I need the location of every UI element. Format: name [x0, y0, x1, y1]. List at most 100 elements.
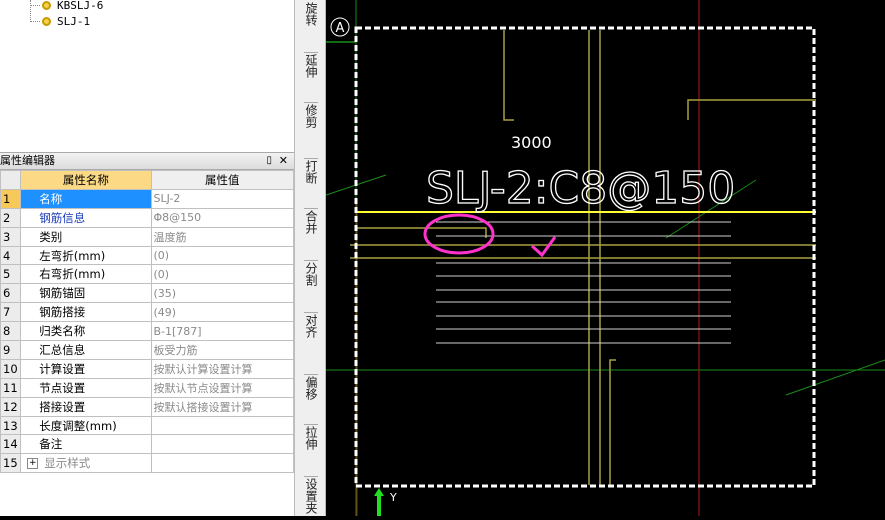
axis-label: A	[336, 21, 345, 36]
property-name[interactable]: 钢筋锚固	[20, 283, 152, 304]
property-name[interactable]: 左弯折(mm)	[20, 245, 152, 266]
rebar-line	[503, 30, 514, 121]
tool-label: 延伸	[304, 54, 318, 78]
property-value[interactable]: 按默认计算设置计算	[150, 358, 294, 379]
tool-label: 设置夹	[304, 478, 318, 514]
row-number: 14	[0, 434, 22, 455]
table-row[interactable]: 11 节点设置 按默认节点设置计算	[0, 377, 294, 398]
property-value[interactable]: (0)	[150, 245, 294, 266]
vertical-toolbar: 旋转 延伸 修剪 打断 合并 分割 对齐 偏移 拉伸 设置夹	[294, 0, 326, 516]
property-value[interactable]: (35)	[150, 283, 294, 304]
rotate-button[interactable]: 旋转	[295, 2, 327, 30]
trim-button[interactable]: 修剪	[295, 92, 327, 132]
property-name[interactable]: 长度调整(mm)	[20, 415, 152, 436]
property-name[interactable]: 类别	[20, 226, 152, 247]
column-header-value[interactable]: 属性值	[150, 170, 294, 190]
tool-label: 合并	[304, 210, 318, 234]
close-icon[interactable]: ✕	[279, 153, 288, 169]
split-button[interactable]: 分割	[295, 250, 327, 290]
row-number: 15	[0, 453, 22, 474]
property-value[interactable]	[150, 415, 294, 436]
table-row[interactable]: 8 归类名称 B-1[787]	[0, 321, 294, 342]
property-name: 显示样式	[44, 456, 91, 471]
property-value[interactable]: 按默认搭接设置计算	[150, 396, 294, 417]
property-value[interactable]: B-1[787]	[150, 321, 294, 342]
property-name[interactable]: 备注	[20, 434, 152, 455]
table-row[interactable]: 13 长度调整(mm)	[0, 415, 294, 436]
property-value[interactable]: 板受力筋	[150, 340, 294, 360]
table-row[interactable]: 3 类别 温度筋	[0, 226, 294, 247]
tool-label: 旋转	[304, 2, 318, 26]
row-number: 9	[0, 340, 22, 360]
rebar-group	[436, 221, 731, 344]
property-value[interactable]: (49)	[150, 302, 294, 323]
property-name[interactable]: 右弯折(mm)	[20, 264, 152, 285]
property-value[interactable]	[150, 453, 294, 474]
property-value[interactable]	[150, 434, 294, 455]
pin-icon[interactable]: ▯	[266, 153, 272, 169]
rebar-line	[687, 99, 816, 120]
table-row[interactable]: 5 右弯折(mm) (0)	[0, 264, 294, 285]
table-row[interactable]: 7 钢筋搭接 (49)	[0, 302, 294, 323]
annotation-checkmark	[530, 236, 557, 258]
property-name[interactable]: 计算设置	[20, 358, 152, 379]
row-number: 10	[0, 358, 22, 379]
row-number: 11	[0, 377, 22, 398]
property-value[interactable]: Φ8@150	[150, 207, 294, 228]
offset-icon	[304, 364, 318, 375]
tree-connector	[30, 21, 40, 22]
table-row[interactable]: 10 计算设置 按默认计算设置计算	[0, 358, 294, 379]
property-name[interactable]: 节点设置	[20, 377, 152, 398]
property-value[interactable]: 温度筋	[150, 226, 294, 247]
row-number: 13	[0, 415, 22, 436]
tree-item-slj-1[interactable]: SLJ-1	[42, 13, 90, 29]
tool-label: 对齐	[304, 314, 318, 338]
property-name[interactable]: 钢筋搭接	[20, 302, 152, 323]
table-row[interactable]: 14 备注	[0, 434, 294, 455]
column-header-name[interactable]: 属性名称	[20, 170, 152, 190]
component-tree: KBSLJ-6 SLJ-1	[0, 0, 294, 152]
row-number: 12	[0, 396, 22, 417]
property-value[interactable]: SLJ-2	[150, 188, 294, 209]
grip-icon	[304, 466, 318, 477]
property-name[interactable]: 钢筋信息	[20, 207, 152, 228]
stretch-button[interactable]: 拉伸	[295, 414, 327, 454]
property-value[interactable]: 按默认节点设置计算	[150, 377, 294, 398]
row-number: 4	[0, 245, 22, 266]
rebar-label: SLJ-2:C8@150	[426, 163, 735, 214]
table-row[interactable]: 9 汇总信息 板受力筋	[0, 340, 294, 360]
tree-item-kbslj-6[interactable]: KBSLJ-6	[42, 0, 103, 13]
grip-button[interactable]: 设置夹	[295, 466, 327, 518]
table-row[interactable]: 4 左弯折(mm) (0)	[0, 245, 294, 266]
component-icon	[42, 0, 51, 10]
extend-button[interactable]: 延伸	[295, 42, 327, 82]
tool-label: 修剪	[304, 104, 318, 128]
property-value[interactable]: (0)	[150, 264, 294, 285]
table-row[interactable]: 1 名称 SLJ-2	[0, 188, 294, 209]
drawing-canvas[interactable]: A 3000 SLJ-2:C8@150 Y	[325, 0, 885, 516]
drawing-svg: A 3000 SLJ-2:C8@150 Y	[325, 0, 885, 516]
merge-button[interactable]: 合并	[295, 198, 327, 238]
property-name[interactable]: 名称	[20, 188, 152, 209]
table-row[interactable]: 12 搭接设置 按默认搭接设置计算	[0, 396, 294, 417]
align-icon	[304, 302, 318, 313]
row-number-header	[0, 170, 22, 190]
property-name[interactable]: 归类名称	[20, 321, 152, 342]
property-name[interactable]: 汇总信息	[20, 340, 152, 360]
table-row[interactable]: 2 钢筋信息 Φ8@150	[0, 207, 294, 228]
tool-label: 偏移	[304, 376, 318, 400]
tool-label: 打断	[304, 160, 318, 184]
tool-label: 拉伸	[304, 426, 318, 450]
property-name[interactable]: 搭接设置	[20, 396, 152, 417]
expand-icon[interactable]: +	[27, 458, 39, 470]
row-number: 8	[0, 321, 22, 342]
selection-box[interactable]	[354, 26, 816, 488]
grid-line	[785, 359, 885, 396]
table-row[interactable]: 15 + 显示样式	[0, 453, 294, 474]
stretch-icon	[304, 414, 318, 425]
table-row[interactable]: 6 钢筋锚固 (35)	[0, 283, 294, 304]
property-name-row[interactable]: + 显示样式	[20, 453, 152, 474]
break-button[interactable]: 打断	[295, 148, 327, 188]
align-button[interactable]: 对齐	[295, 302, 327, 342]
offset-button[interactable]: 偏移	[295, 364, 327, 404]
